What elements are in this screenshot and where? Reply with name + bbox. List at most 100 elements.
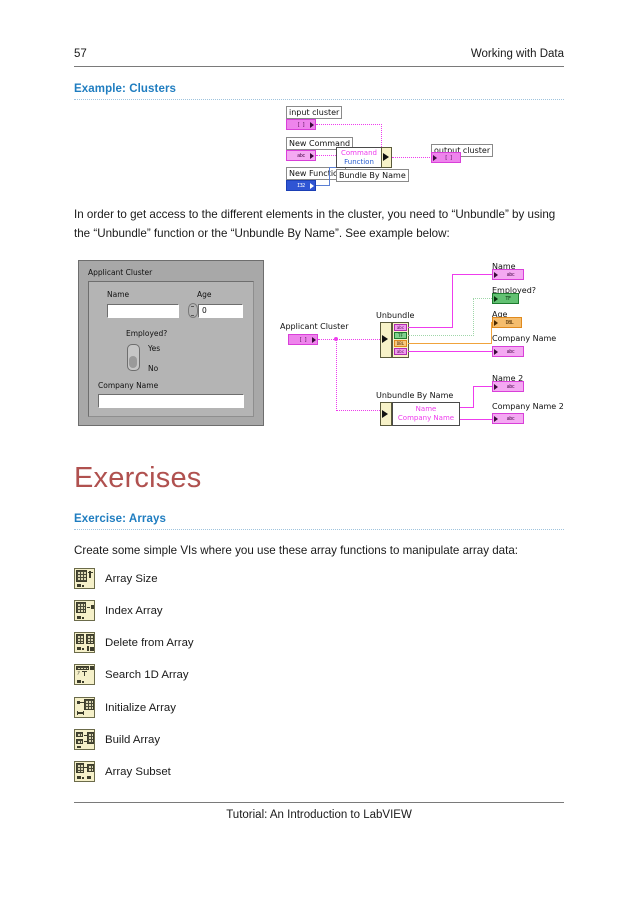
list-item-build-array: Build Array	[74, 729, 160, 750]
input-name[interactable]	[107, 304, 179, 318]
unbundle-output-1: TF	[394, 332, 407, 339]
list-item-array-subset: Array Subset	[74, 761, 171, 782]
node-by-name-body: Name Company Name	[392, 402, 460, 426]
cluster-shell: Name Age 0 Employed? Yes No Company Name	[88, 281, 254, 417]
array-size-icon	[74, 568, 95, 589]
array-subset-icon	[74, 761, 95, 782]
indicator-company-name-2: abc	[492, 413, 524, 424]
indicator-name-2: abc	[492, 381, 524, 392]
wire-new-function-rise	[329, 167, 330, 186]
terminal-direction-arrow	[310, 121, 314, 128]
index-array-icon	[74, 600, 95, 621]
paragraph-arrays-intro: Create some simple VIs where you use the…	[74, 544, 519, 557]
terminal-output-cluster: [ ]	[431, 152, 461, 163]
page-content-area: 57 Working with Data Example: Clusters i…	[74, 0, 564, 903]
wire-unbundle-age-a	[408, 343, 492, 344]
node-bundle-output-arrow	[383, 153, 389, 161]
array-function-label: Initialize Array	[105, 701, 176, 714]
indicator-glyph-name: abc	[506, 271, 515, 278]
switch-employed[interactable]	[127, 344, 140, 371]
node-row-by-name-1: Company Name	[397, 413, 455, 422]
terminal-direction-arrow	[494, 348, 498, 355]
list-item-delete-from-array: Delete from Array	[74, 632, 194, 653]
node-title-bundle-by-name: Bundle By Name	[336, 169, 409, 182]
wire-cluster-trunk	[318, 339, 380, 340]
wire-new-function	[316, 185, 330, 186]
array-function-label: Index Array	[105, 604, 163, 617]
node-row-command: Command	[341, 149, 377, 157]
terminal-glyph-applicant-cluster: [ ]	[299, 336, 307, 343]
terminal-glyph-new-command: abc	[297, 152, 305, 159]
array-function-label: Search 1D Array	[105, 668, 189, 681]
label-name: Name	[107, 290, 130, 299]
spinner-age[interactable]	[188, 303, 198, 318]
input-company-name[interactable]	[98, 394, 244, 408]
list-item-index-array: Index Array	[74, 600, 163, 621]
indicator-glyph-name-2: abc	[506, 383, 515, 390]
terminal-direction-arrow	[494, 319, 498, 326]
node-by-name-input-arrow	[382, 410, 388, 418]
wire-unbundle-name-b	[452, 274, 453, 328]
list-item-array-size: Array Size	[74, 568, 158, 589]
footer-text: Tutorial: An Introduction to LabVIEW	[226, 809, 412, 821]
terminal-glyph-new-function: I32	[297, 182, 305, 189]
label-indicator-company-name-2: Company Name 2	[492, 402, 564, 411]
header-chapter-title: Working with Data	[470, 48, 564, 60]
node-row-function: Function	[344, 158, 374, 166]
array-function-label: Array Size	[105, 572, 158, 585]
section-rule-example-clusters	[74, 99, 564, 100]
section-rule-exercise-arrays	[74, 529, 564, 530]
page-header: 57 Working with Data	[74, 48, 564, 60]
header-rule	[74, 66, 564, 67]
array-function-label: Build Array	[105, 733, 161, 746]
section-heading-example-clusters: Example: Clusters	[74, 83, 177, 95]
wire-unbundle-name-c	[452, 274, 492, 275]
terminal-glyph-output-cluster: [ ]	[444, 154, 453, 161]
wire-unbundle-employed-c	[473, 298, 492, 299]
page-title-exercises: Exercises	[74, 462, 202, 494]
terminal-direction-arrow	[494, 271, 498, 278]
search-1d-array-icon: ?	[74, 664, 95, 685]
delete-from-array-icon	[74, 632, 95, 653]
indicator-name: abc	[492, 269, 524, 280]
node-unbundle-input-arrow	[382, 335, 388, 343]
terminal-input-cluster: [ ]	[286, 119, 316, 130]
wire-new-command	[316, 155, 336, 156]
terminal-direction-arrow	[494, 415, 498, 422]
list-item-initialize-array: Initialize Array	[74, 697, 176, 718]
node-row-by-name-0: Name	[415, 404, 437, 413]
indicator-glyph-company-name-2: abc	[506, 415, 515, 422]
footer-rule	[74, 802, 564, 803]
label-company-name: Company Name	[98, 381, 159, 390]
unbundle-output-0: abc	[394, 324, 407, 331]
node-title-unbundle: Unbundle	[376, 311, 415, 320]
terminal-direction-arrow	[433, 154, 437, 161]
indicator-glyph-age: DBL	[505, 319, 514, 326]
label-age: Age	[197, 290, 212, 299]
wire-cluster-to-by-name	[336, 410, 382, 411]
indicator-employed: TF	[492, 293, 519, 304]
wire-unbundle-name-a	[408, 327, 453, 328]
label-indicator-company-name: Company Name	[492, 334, 557, 343]
label-employed-no: No	[148, 364, 159, 373]
array-function-label: Delete from Array	[105, 636, 194, 649]
label-employed-yes: Yes	[148, 344, 161, 353]
wire-by-name-0-c	[473, 386, 492, 387]
terminal-direction-arrow	[310, 152, 314, 159]
wire-by-name-1-a	[460, 419, 492, 420]
unbundle-output-2: DBL	[394, 340, 407, 347]
wire-unbundle-company-a	[408, 351, 493, 352]
label-employed: Employed?	[126, 329, 168, 338]
array-function-label: Array Subset	[105, 765, 171, 778]
front-panel-applicant-cluster: Applicant Cluster Name Age 0 Employed? Y…	[78, 260, 264, 426]
section-heading-exercise-arrays: Exercise: Arrays	[74, 513, 166, 525]
value-age: 0	[202, 306, 207, 315]
terminal-glyph-input-cluster: [ ]	[297, 121, 305, 128]
terminal-direction-arrow	[494, 295, 498, 302]
wire-new-function-in	[329, 167, 336, 168]
build-array-icon	[74, 729, 95, 750]
node-bundle-by-name-body: Command Function	[336, 147, 382, 168]
label-applicant-cluster-source: Applicant Cluster	[280, 322, 349, 331]
indicator-glyph-company-name: abc	[506, 348, 515, 355]
document-page: 57 Working with Data Example: Clusters i…	[0, 0, 638, 903]
